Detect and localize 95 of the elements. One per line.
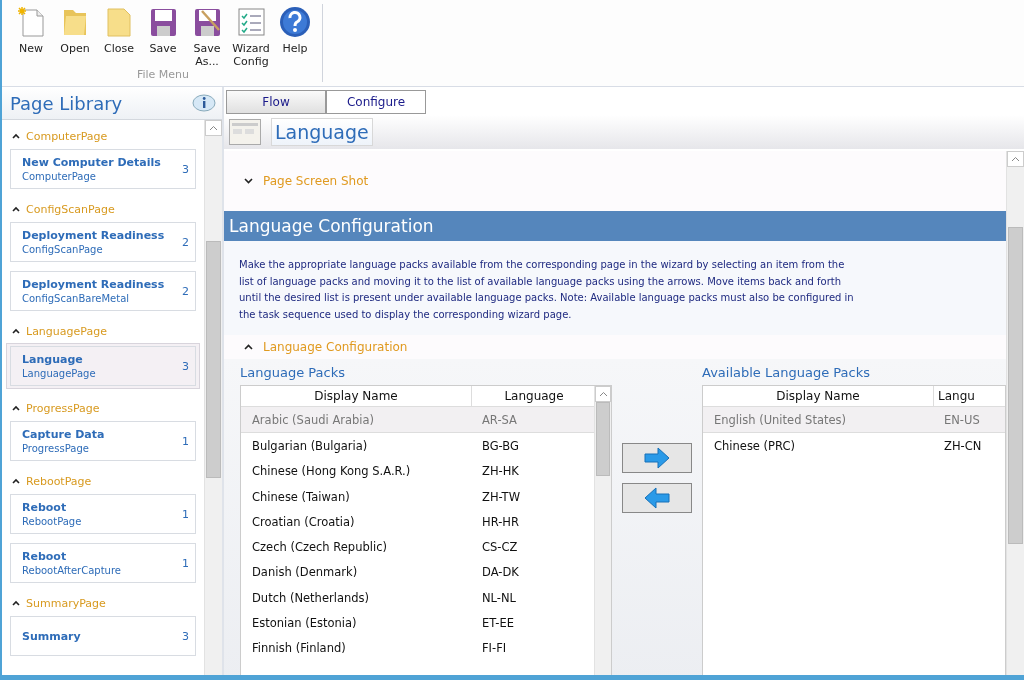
scrollbar[interactable] (1006, 151, 1024, 675)
description-text: Make the appropriate language packs available from the corresponding page in the wizard by selecting an item from the list of language packs and moving it to the list of available language packs using the arrows. Move items back and forth until the desired list is present under available language packs. Note: Available language packs must also be configured in the task sequence used to display the corresponding wizard page. (224, 241, 1006, 335)
page-type: RebootPage (22, 516, 83, 527)
expand-chevron-icon[interactable] (244, 178, 253, 184)
list-row[interactable]: Bulgarian (Bulgaria) BG-BG (241, 433, 594, 459)
scroll-up-icon[interactable] (1011, 156, 1020, 162)
page-title: Summary (22, 629, 82, 643)
list-row[interactable]: Finnish (Finland) FI-FI (241, 635, 594, 661)
floppy-disk-pen-icon (192, 6, 222, 38)
scroll-up-icon[interactable] (209, 125, 218, 131)
page-title: New Computer Details (22, 156, 162, 169)
page-card[interactable]: Reboot RebootAfterCapture 1 (10, 542, 196, 584)
new-page-icon (16, 6, 46, 38)
left-arrow-icon (643, 487, 671, 509)
collapse-chevron-icon[interactable] (12, 478, 20, 484)
page-title: Language (271, 118, 373, 146)
toolbar-button[interactable]: Close (98, 6, 140, 68)
page-title: Reboot (22, 501, 68, 514)
list-row[interactable]: Chinese (Taiwan) ZH-TW (241, 483, 594, 510)
collapse-chevron-icon[interactable] (12, 328, 20, 334)
page-card[interactable]: Language LanguagePage 3 (6, 343, 200, 389)
right-arrow-icon (643, 447, 671, 469)
add-button[interactable] (622, 443, 692, 473)
list-row[interactable]: Estonian (Estonia) ET-EE (241, 610, 594, 636)
list-title: Available Language Packs (702, 364, 871, 382)
column-header[interactable]: Display Name (241, 386, 472, 406)
list-row[interactable]: Chinese (Hong Kong S.A.R.) ZH-HK (241, 458, 594, 484)
list-row[interactable]: Danish (Denmark) DA-DK (241, 559, 594, 586)
group-header: SummaryPage (26, 596, 106, 610)
group-header: ComputerPage (26, 129, 108, 143)
checklist-icon (236, 6, 266, 38)
toolbar-button[interactable]: Open (54, 6, 96, 68)
help-icon (279, 6, 311, 38)
scrollbar[interactable] (594, 386, 611, 675)
list-row[interactable]: Croatian (Croatia) HR-HR (241, 509, 594, 535)
page-title: Capture Data (22, 428, 106, 441)
scroll-thumb[interactable] (206, 241, 221, 478)
group-label: File Menu (136, 68, 190, 81)
page-card[interactable]: Capture Data ProgressPage 1 (10, 420, 196, 462)
scroll-thumb[interactable] (596, 402, 610, 476)
page-count: 2 (182, 284, 189, 298)
page-count: 1 (182, 507, 189, 521)
page-type: ComputerPage (22, 171, 97, 182)
page-card[interactable]: Deployment Readiness ConfigScanBareMetal 2 (10, 270, 196, 312)
list-row[interactable]: English (United States) EN-US (703, 407, 1005, 434)
page-count: 1 (182, 434, 189, 448)
collapse-chevron-icon[interactable] (244, 344, 253, 350)
scroll-thumb[interactable] (1008, 227, 1023, 544)
page-count: 3 (182, 629, 189, 643)
page-card[interactable]: New Computer Details ComputerPage 3 (10, 148, 196, 190)
page-type: ProgressPage (22, 443, 90, 454)
collapse-chevron-icon[interactable] (12, 206, 20, 212)
list-row[interactable]: Dutch (Netherlands) NL-NL (241, 585, 594, 611)
tab[interactable]: Configure (326, 90, 426, 114)
list-row[interactable]: Chinese (PRC) ZH-CN (703, 433, 1005, 459)
list-row[interactable]: Arabic (Saudi Arabia) AR-SA (241, 407, 594, 434)
collapse-chevron-icon[interactable] (12, 133, 20, 139)
remove-button[interactable] (622, 483, 692, 513)
panel-title: Page Library (10, 92, 123, 114)
page-count: 2 (182, 235, 189, 249)
page-title: Deployment Readiness (22, 229, 166, 242)
group-header: ProgressPage (26, 401, 100, 415)
page-count: 3 (182, 359, 189, 373)
page-card[interactable]: Summary 3 (10, 615, 196, 657)
list-row[interactable]: Czech (Czech Republic) CS-CZ (241, 534, 594, 560)
group-header: LanguagePage (26, 324, 107, 338)
page-thumbnail-icon (229, 119, 261, 145)
page-count: 1 (182, 556, 189, 570)
toolbar-button[interactable]: New (10, 6, 52, 68)
page-type: ConfigScanPage (22, 244, 104, 255)
column-header[interactable]: Langu (934, 386, 1005, 406)
section-banner: Language Configuration (224, 211, 1006, 241)
page-title: Deployment Readiness (22, 278, 166, 291)
collapse-chevron-icon[interactable] (12, 405, 20, 411)
toolbar-button[interactable]: Save As... (186, 6, 228, 68)
list-title: Language Packs (240, 364, 346, 382)
page-type: LanguagePage (22, 368, 97, 379)
toolbar-button[interactable]: Help (274, 6, 316, 68)
page-type: ConfigScanBareMetal (22, 293, 131, 304)
scroll-up-icon[interactable] (598, 391, 608, 397)
group-header: ConfigScanPage (26, 202, 115, 216)
scrollbar[interactable] (204, 120, 222, 675)
page-card[interactable]: Reboot RebootPage 1 (10, 493, 196, 535)
page-card[interactable]: Deployment Readiness ConfigScanPage 2 (10, 221, 196, 263)
page-title: Reboot (22, 550, 68, 563)
page-type: RebootAfterCapture (22, 565, 122, 576)
page-count: 3 (182, 162, 189, 176)
page-title: Language (22, 353, 84, 366)
collapse-chevron-icon[interactable] (12, 600, 20, 606)
info-icon[interactable] (192, 94, 216, 112)
toolbar-button[interactable]: Save (142, 6, 184, 68)
column-header[interactable]: Display Name (703, 386, 934, 406)
toolbar-button[interactable]: Wizard Config (230, 6, 272, 68)
group-header: RebootPage (26, 474, 92, 488)
tab[interactable]: Flow (226, 90, 326, 114)
